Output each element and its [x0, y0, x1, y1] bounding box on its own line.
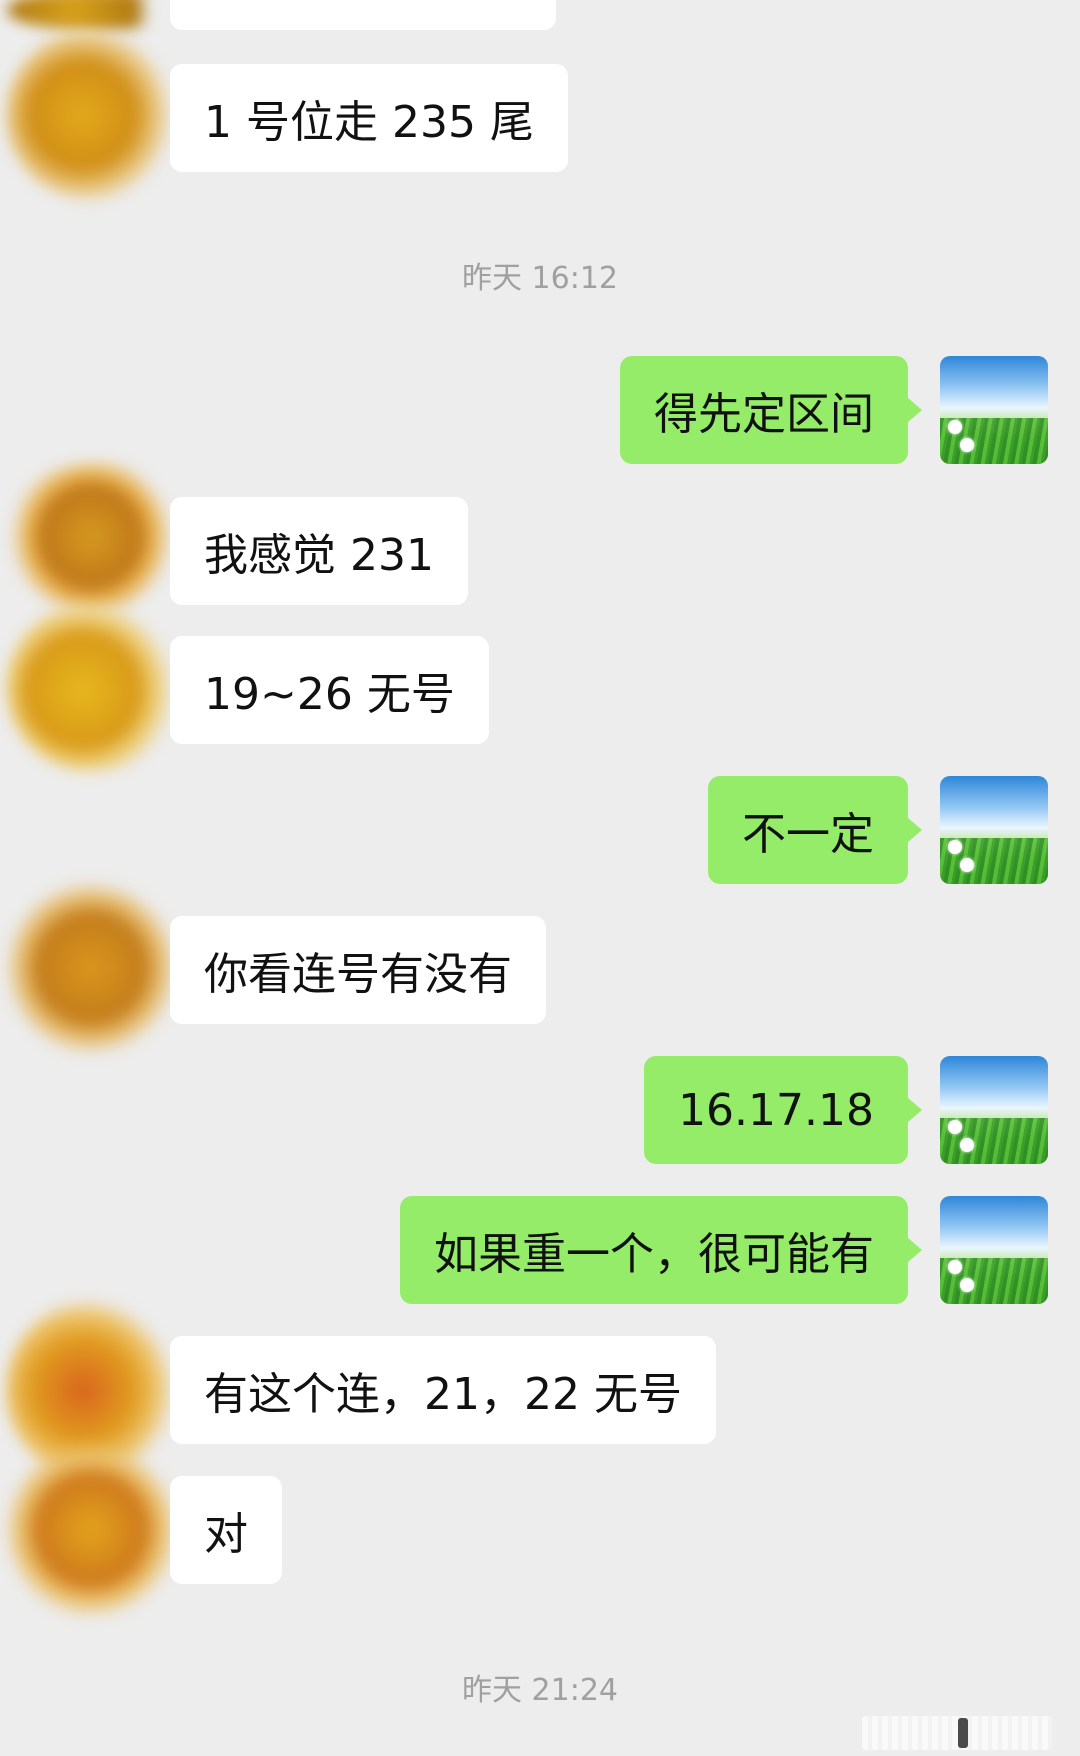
watermark-mark: [958, 1718, 968, 1748]
avatar-dandelion: [960, 1138, 974, 1152]
outgoing-message[interactable]: 得先定区间: [620, 356, 922, 464]
grass-sky-avatar-icon[interactable]: [940, 776, 1048, 884]
message-text: 不一定: [742, 809, 874, 860]
incoming-message[interactable]: 有这个连，21，22 无号: [170, 1336, 716, 1444]
grass-sky-avatar-icon[interactable]: [940, 356, 1048, 464]
message-text: 我感觉 231: [204, 530, 434, 581]
avatar-dandelion: [948, 420, 962, 434]
message-text: 对: [204, 1509, 248, 1560]
outgoing-message[interactable]: 不一定: [708, 776, 922, 884]
avatar-dandelion: [948, 1120, 962, 1134]
outgoing-message[interactable]: 如果重一个，很可能有: [400, 1196, 922, 1304]
avatar-dandelion: [960, 1278, 974, 1292]
incoming-message[interactable]: 1 号位走 235 尾: [170, 64, 568, 172]
message-text: 16.17.18: [678, 1084, 874, 1136]
outgoing-message[interactable]: 16.17.18: [644, 1056, 922, 1164]
timestamp: 昨天 16:12: [462, 261, 618, 296]
message-text: 你看连号有没有: [204, 949, 512, 1000]
incoming-message[interactable]: 对: [170, 1476, 282, 1584]
message-text: 有这个连，21，22 无号: [204, 1369, 682, 1420]
avatar-dandelion: [948, 1260, 962, 1274]
timestamp: 昨天 21:24: [462, 1673, 618, 1708]
contact-avatar-icon[interactable]: [6, 1440, 176, 1620]
message-bubble-partial[interactable]: [170, 0, 556, 30]
incoming-message[interactable]: 19~26 无号: [170, 636, 489, 744]
grass-sky-avatar-icon[interactable]: [940, 1056, 1048, 1164]
avatar-dandelion: [960, 858, 974, 872]
message-text: 1 号位走 235 尾: [204, 97, 534, 148]
contact-avatar-icon[interactable]: [6, 880, 176, 1056]
contact-avatar-icon[interactable]: [6, 462, 176, 612]
contact-avatar-icon[interactable]: [6, 602, 176, 772]
message-text: 19~26 无号: [204, 669, 455, 720]
message-text: 得先定区间: [654, 389, 874, 440]
avatar-dandelion: [960, 438, 974, 452]
watermark: [862, 1716, 1052, 1750]
contact-avatar-icon[interactable]: [6, 0, 176, 30]
contact-avatar-icon[interactable]: [6, 30, 176, 200]
incoming-message[interactable]: 我感觉 231: [170, 497, 468, 605]
incoming-message[interactable]: 你看连号有没有: [170, 916, 546, 1024]
grass-sky-avatar-icon[interactable]: [940, 1196, 1048, 1304]
avatar-dandelion: [948, 840, 962, 854]
message-text: 如果重一个，很可能有: [434, 1229, 874, 1280]
